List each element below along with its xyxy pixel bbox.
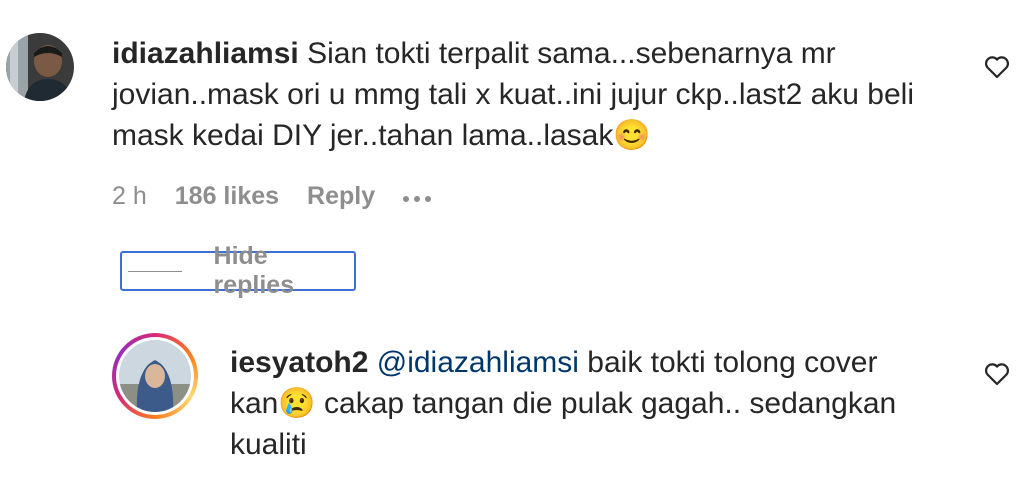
likes-count[interactable]: 186 likes xyxy=(175,182,279,211)
reply-button[interactable]: Reply xyxy=(307,182,375,211)
reply-username[interactable]: iesyatoh2 xyxy=(230,346,368,379)
avatar-photo xyxy=(6,33,74,101)
reply-text-line-3: kualiti xyxy=(230,428,307,461)
reply-heart-icon[interactable] xyxy=(984,362,1010,386)
comment-text-line-3: mask kedai DIY jer..tahan lama..lasak😊 xyxy=(112,119,651,152)
hide-replies-divider xyxy=(128,270,182,272)
hide-replies-label: Hide replies xyxy=(213,242,295,299)
reply-body: iesyatoh2 @idiazahliamsi baik tokti tolo… xyxy=(230,342,896,465)
reply-text-line-1: baik tokti tolong cover xyxy=(587,346,878,379)
comment-username[interactable]: idiazahliamsi xyxy=(112,37,299,70)
comment-text-line-2: jovian..mask ori u mmg tali x kuat..ini … xyxy=(112,78,914,111)
reply-text-line-2: kan😢 cakap tangan die pulak gagah.. seda… xyxy=(230,387,897,420)
heart-icon[interactable] xyxy=(984,55,1010,79)
comment-time: 2 h xyxy=(112,182,147,210)
comment-text-line-1: Sian tokti terpalit sama...sebenarnya mr xyxy=(307,37,836,70)
reply-avatar-photo xyxy=(119,340,191,412)
comment-meta: 2 h 186 likes Reply xyxy=(112,182,432,211)
reply-mention[interactable]: @idiazahliamsi xyxy=(377,346,579,379)
comment-body: idiazahliamsi Sian tokti terpalit sama..… xyxy=(112,33,914,156)
reply-avatar-ring[interactable] xyxy=(112,333,198,419)
hide-replies-button[interactable]: Hide replies xyxy=(120,242,356,299)
more-options-icon[interactable] xyxy=(403,192,432,202)
commenter-avatar[interactable] xyxy=(6,33,74,101)
reply-avatar xyxy=(119,340,191,412)
